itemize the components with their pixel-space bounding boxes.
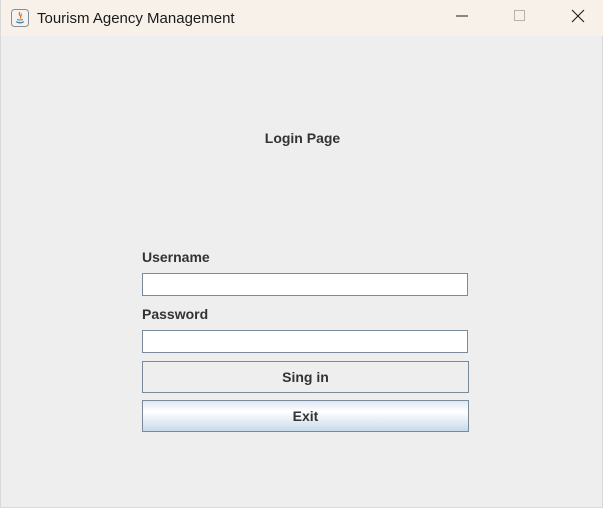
password-label: Password: [142, 306, 209, 322]
username-label: Username: [142, 249, 210, 265]
minimize-icon: [455, 9, 469, 28]
close-icon: [571, 9, 585, 28]
app-window: Tourism Agency Management Login Page Use…: [0, 0, 603, 508]
sign-in-button-label: Sing in: [282, 369, 329, 385]
password-field[interactable]: [142, 330, 468, 353]
maximize-button[interactable]: [491, 0, 549, 36]
maximize-icon: [513, 9, 527, 28]
sign-in-button[interactable]: Sing in: [142, 361, 469, 393]
title-bar[interactable]: Tourism Agency Management: [1, 0, 603, 36]
close-button[interactable]: [549, 0, 603, 36]
window-title: Tourism Agency Management: [37, 10, 235, 27]
exit-button-label: Exit: [292, 408, 319, 424]
username-field[interactable]: [142, 273, 468, 296]
minimize-button[interactable]: [433, 0, 491, 36]
page-title: Login Page: [264, 130, 341, 146]
java-app-icon: [11, 9, 29, 27]
exit-button[interactable]: Exit: [142, 400, 469, 432]
